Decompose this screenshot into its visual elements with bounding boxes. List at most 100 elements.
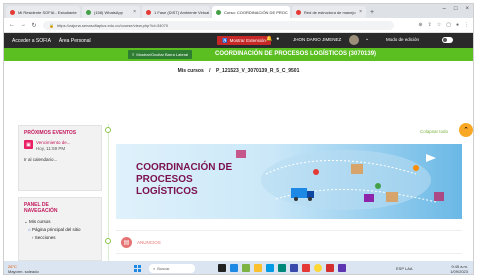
personal-area-link[interactable]: Área Personal (59, 38, 91, 44)
edge-icon[interactable] (266, 264, 274, 272)
edit-mode-toggle[interactable] (442, 37, 453, 43)
reload-icon[interactable]: ↻ (31, 22, 37, 29)
tray-clock[interactable]: 9:45 a.m. 1/09/2023 (450, 264, 468, 274)
site-top-bar: Acceder a SOFIA Área Personal ♿ Mostrar … (4, 33, 473, 48)
breadcrumb-separator: / (209, 68, 211, 74)
edit-mode-label: Modo de edición (386, 37, 420, 42)
banner-title: COORDINACIÓN DE PROCESOS LOGÍSTICOS (136, 162, 233, 197)
chevron-down-icon[interactable]: ⌄ (365, 36, 369, 42)
events-block-title: PRÓXIMOS EVENTOS (24, 130, 77, 136)
search-icon: ⌕ (153, 266, 156, 271)
app-icon[interactable] (242, 264, 250, 272)
nav-home-label: Página principal del sitio (31, 227, 81, 232)
mostrar-extension-button[interactable]: ♿ Mostrar Extensión (217, 36, 271, 45)
minimize-icon[interactable]: – (443, 6, 446, 12)
clock-date: 1/09/2023 (450, 269, 468, 274)
taskbar-apps (218, 264, 346, 272)
tray-lang[interactable]: ESP LAA (396, 266, 413, 271)
event-time: Hoy, 11:59 PM (36, 146, 66, 151)
browser-toolbar: ⊕ ⇪ ☆ ▢ ● ⋮ (418, 22, 469, 28)
home-icon: ⌂ (28, 227, 31, 232)
nav-sections[interactable]: › Secciones (19, 234, 101, 242)
browser-window: Mi Residente SOFIA - Estudiante × (158) … (3, 3, 474, 275)
event-item[interactable]: ▣ Vencimiento de... Hoy, 11:59 PM (19, 140, 101, 151)
chat-icon[interactable]: ● (276, 36, 279, 42)
nav-title-line-2: NAVEGACIÓN (24, 208, 58, 214)
share-icon[interactable]: ⇪ (428, 22, 432, 28)
course-header-bar: ≡ Mostrar/Ocultar Barra Lateral COORDINA… (4, 48, 473, 61)
app-icon[interactable] (302, 264, 310, 272)
divider (116, 230, 462, 231)
breadcrumb-course-code[interactable]: P_121523_V_3070139_R_5_C_9501 (216, 68, 299, 74)
breadcrumb-my-courses[interactable]: Mis cursos (178, 68, 204, 74)
browser-tab[interactable]: 1 Fase (DIST) Ambiente Virtual × (142, 6, 210, 18)
calendar-event-icon: ▣ (24, 140, 33, 149)
profile-icon[interactable]: ● (456, 22, 459, 28)
new-tab-icon[interactable]: + (370, 9, 374, 16)
task-view-icon[interactable] (218, 264, 226, 272)
user-name[interactable]: JHON DARIO JIMENEZ (293, 37, 341, 42)
bell-icon[interactable]: 🔔 (266, 36, 272, 42)
timeline-dot (105, 238, 111, 244)
browser-tab-active[interactable]: Curso: COORDINACIÓN DE PROC × (212, 6, 290, 18)
tab-favicon-icon (86, 9, 91, 15)
window-controls: – □ × (443, 6, 469, 12)
navigation-block: PANEL DE NAVEGACIÓN ⌄ Mis cursos ⌂ Págin… (18, 197, 102, 261)
announcements-icon: ▤ (121, 237, 132, 248)
divider (116, 253, 462, 254)
chrome-icon[interactable] (314, 264, 322, 272)
nav-home[interactable]: ⌂ Página principal del sitio (19, 226, 101, 234)
app-icon[interactable] (338, 264, 346, 272)
close-tab-icon[interactable]: × (133, 9, 136, 15)
accessibility-icon: ♿ (222, 37, 228, 43)
lock-icon: 🔒 (49, 22, 54, 28)
close-window-icon[interactable]: × (465, 6, 469, 12)
chevron-down-icon: ⌄ (24, 219, 28, 224)
tab-strip: Mi Residente SOFIA - Estudiante × (158) … (4, 4, 473, 18)
access-sofia-link[interactable]: Acceder a SOFIA (12, 38, 51, 44)
tab-title: Red de estructura de manejo (304, 9, 356, 15)
nav-my-courses[interactable]: ⌄ Mis cursos (19, 218, 101, 226)
app-icon[interactable] (278, 264, 286, 272)
weather-widget[interactable]: 26°C Mayorm. soleado (8, 264, 39, 274)
mostrar-extension-label: Mostrar Extensión (229, 38, 266, 43)
browser-tab[interactable]: (158) WhatsApp × (82, 6, 140, 18)
collapse-all-link[interactable]: Colapsar todo (420, 129, 448, 134)
app-icon[interactable] (290, 264, 298, 272)
sidebar-icon[interactable]: ▢ (446, 22, 451, 28)
nav-my-courses-label: Mis cursos (29, 219, 51, 224)
weather-desc: Mayorm. soleado (8, 269, 39, 274)
tab-title: Mi Residente SOFIA - Estudiante (18, 9, 77, 15)
toggle-sidebar-button[interactable]: ≡ Mostrar/Ocultar Barra Lateral (128, 50, 193, 59)
tab-favicon-icon (216, 9, 221, 15)
taskbar-search[interactable]: ⌕ Buscar (149, 264, 195, 273)
app-icon[interactable] (326, 264, 334, 272)
maximize-icon[interactable]: □ (454, 6, 458, 12)
close-tab-icon[interactable]: × (359, 9, 362, 15)
windows-start-icon[interactable] (134, 265, 141, 272)
announcements-link[interactable]: ANUNCIOS (137, 240, 161, 245)
url-input[interactable]: 🔒 https://zajuna.senasofiaplus.edu.co/co… (43, 20, 394, 30)
back-icon[interactable]: ← (9, 22, 15, 28)
menu-dots-icon[interactable]: ⋮ (464, 22, 469, 28)
browser-tab[interactable]: Mi Residente SOFIA - Estudiante × (6, 6, 80, 18)
forward-icon[interactable]: → (20, 22, 26, 28)
app-icon[interactable] (230, 264, 238, 272)
url-text: https://zajuna.senasofiaplus.edu.co/cour… (56, 22, 169, 28)
avatar[interactable] (349, 35, 359, 45)
tab-favicon-icon (10, 9, 15, 15)
taskbar-search-placeholder: Buscar (157, 266, 170, 271)
nav-sections-label: Secciones (34, 235, 56, 240)
tab-title: Curso: COORDINACIÓN DE PROC (224, 9, 288, 15)
browser-tab[interactable]: Red de estructura de manejo × (292, 6, 366, 18)
timeline-dot (105, 127, 111, 133)
course-banner: COORDINACIÓN DE PROCESOS LOGÍSTICOS (116, 144, 462, 219)
file-explorer-icon[interactable] (254, 264, 262, 272)
bookmark-star-icon[interactable]: ☆ (437, 22, 441, 28)
tab-favicon-icon (146, 9, 151, 15)
calendar-link[interactable]: Ir al calendario... (19, 151, 101, 166)
nav-block-title: PANEL DE NAVEGACIÓN (19, 198, 101, 218)
tab-title: 1 Fase (DIST) Ambiente Virtual (154, 9, 210, 15)
collapse-all-icon[interactable]: ⌃ (459, 123, 473, 137)
zoom-icon[interactable]: ⊕ (418, 22, 422, 28)
